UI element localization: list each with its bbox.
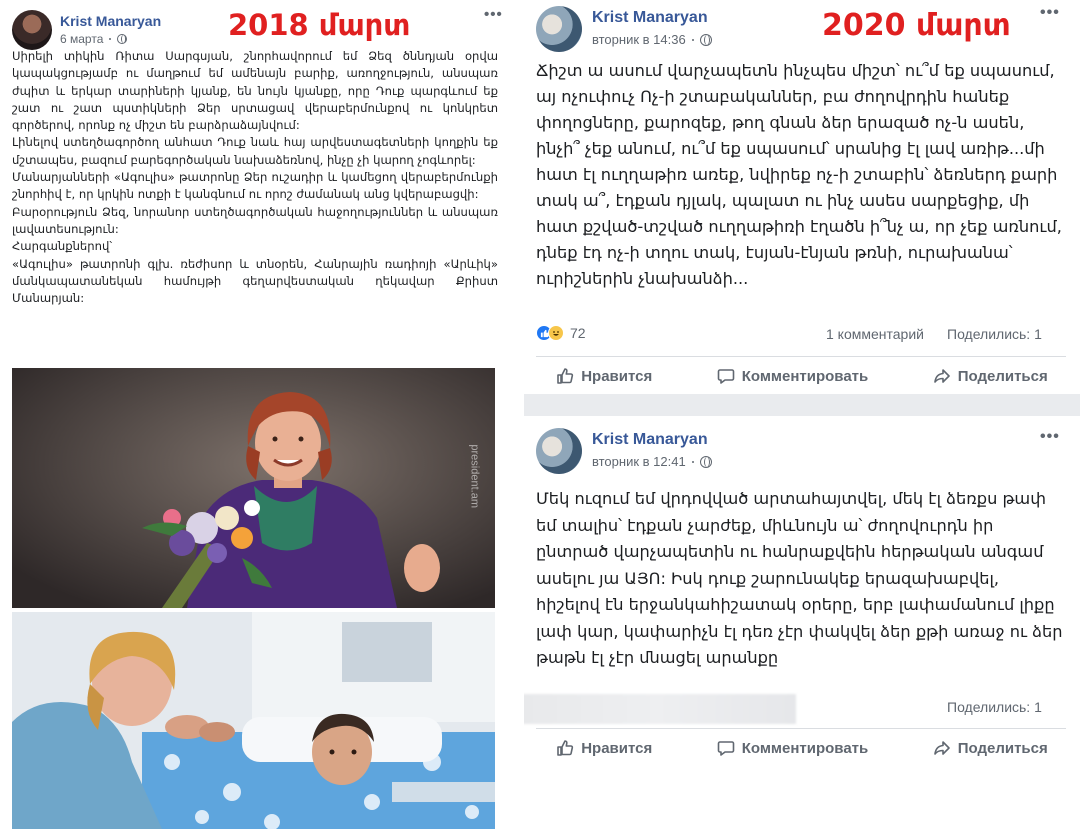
comment-button[interactable]: Комментировать [717, 367, 869, 385]
post-paragraph: «Ագուլիս» թատրոնի գլխ. ռեժիսոր և տնօրեն,… [12, 256, 498, 306]
reactions-count: 72 [570, 325, 586, 341]
thumbs-up-icon [557, 368, 574, 384]
globe-icon [699, 33, 712, 46]
author-name[interactable]: Krist Manaryan [60, 13, 161, 29]
post-header: Krist Manaryan 6 марта [12, 10, 161, 50]
comment-icon [717, 741, 735, 756]
divider [536, 356, 1066, 357]
thumbs-up-icon [557, 740, 574, 756]
shares-count[interactable]: Поделились: 1 [947, 699, 1042, 715]
separator-dot [109, 38, 112, 40]
share-label: Поделиться [957, 739, 1048, 757]
separator-dot [691, 38, 694, 41]
post-photo-hospital[interactable] [12, 612, 495, 829]
post-actions: Нравится Комментировать Поделиться [524, 362, 1080, 390]
post-paragraph: Մանարյանների «Ագուլիս» թատրոնը Ձեր ուշադ… [12, 170, 498, 202]
post-text: Մեկ ուզում եմ վրդովված արտահայտվել, մեկ … [536, 489, 1063, 667]
reactions-summary[interactable]: 72 [536, 325, 586, 341]
share-button[interactable]: Поделиться [933, 739, 1048, 757]
post-paragraph: Հարգանքներով՝ [12, 239, 113, 254]
post-actions: Нравится Комментировать Поделиться [524, 734, 1080, 762]
post-time[interactable]: вторник в 12:41 [592, 454, 686, 469]
right-posts-2020: Krist Manaryan вторник в 14:36 2020 մարտ… [524, 0, 1080, 829]
blurred-area [524, 694, 796, 724]
year-label: 2018 մարտ [228, 8, 411, 42]
post-time[interactable]: 6 марта [60, 32, 103, 46]
post-header: Krist Manaryan вторник в 14:36 [536, 6, 712, 52]
post-paragraph: Սիրելի տիկին Ռիտա Սարգսյան, շնորհավորում… [12, 49, 498, 133]
more-dots-icon[interactable]: ••• [1040, 428, 1060, 446]
avatar[interactable] [536, 428, 582, 474]
like-button[interactable]: Нравится [556, 367, 652, 385]
divider [536, 728, 1066, 729]
photo-watermark: president.am [469, 444, 481, 508]
post-paragraph: Լինելով ստեղծագործող անհատ Դուք նաև հայ … [12, 135, 498, 167]
comments-count[interactable]: 1 комментарий [826, 326, 924, 342]
like-button[interactable]: Нравится [556, 739, 652, 757]
comment-icon [717, 369, 735, 384]
post-paragraph: Բարօրություն Ձեզ, նորանոր ստեղծագործական… [12, 204, 498, 236]
author-name[interactable]: Krist Manaryan [592, 431, 712, 449]
avatar[interactable] [12, 10, 52, 50]
post-text: Ճիշտ ա ասում վարչապետն ինչպես միշտ՝ ու՞մ… [536, 61, 1062, 288]
separator-dot [691, 460, 694, 463]
like-label: Нравится [581, 367, 653, 385]
year-label: 2020 մարտ [822, 8, 1011, 43]
hospital-illustration [12, 612, 495, 829]
globe-icon [117, 34, 128, 44]
post-text: Սիրելի տիկին Ռիտա Սարգսյան, շնորհավորում… [12, 48, 498, 307]
share-label: Поделиться [957, 367, 1048, 385]
feed-gap [524, 394, 1080, 416]
comment-label: Комментировать [741, 367, 869, 385]
share-button[interactable]: Поделиться [933, 367, 1048, 385]
post-time[interactable]: вторник в 14:36 [592, 32, 686, 47]
post-photo-portrait[interactable]: president.am [12, 368, 495, 608]
more-dots-icon[interactable]: ••• [484, 6, 503, 23]
share-icon [933, 369, 950, 383]
like-label: Нравится [581, 739, 653, 757]
author-name[interactable]: Krist Manaryan [592, 9, 712, 27]
globe-icon [699, 455, 712, 468]
post-header: Krist Manaryan вторник в 12:41 [536, 428, 712, 474]
portrait-illustration [12, 368, 495, 608]
comment-button[interactable]: Комментировать [717, 739, 869, 757]
haha-reaction-icon [548, 325, 564, 341]
bottom-space [524, 780, 1080, 829]
comment-label: Комментировать [741, 739, 869, 757]
more-dots-icon[interactable]: ••• [1040, 4, 1060, 22]
share-icon [933, 741, 950, 755]
shares-count[interactable]: Поделились: 1 [947, 326, 1042, 342]
left-post-2018: Krist Manaryan 6 марта 2018 մարտ ••• Սիր… [0, 0, 510, 829]
avatar[interactable] [536, 6, 582, 52]
